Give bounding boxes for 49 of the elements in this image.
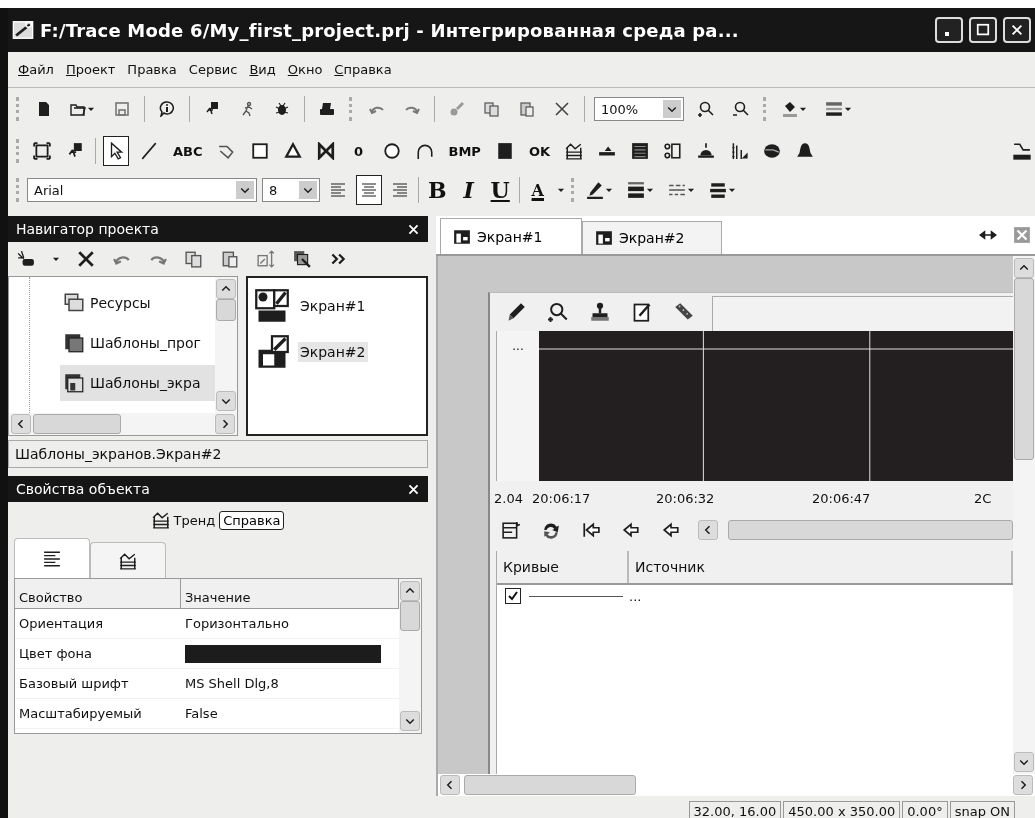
column-header: Значение — [181, 579, 399, 609]
property-name: Ориентация — [15, 609, 181, 639]
time-label: 20:06:32 — [656, 490, 716, 506]
status-field: 32.00, 16.00 — [688, 800, 782, 818]
font-dropdown[interactable]: Arial — [27, 178, 257, 202]
tree-item[interactable]: Шаблоны_экра — [60, 365, 215, 401]
menu-item[interactable]: Сервис — [188, 62, 238, 77]
time-label: 20:06:47 — [812, 490, 872, 506]
menu-item[interactable]: Проект — [65, 62, 116, 77]
tree-item[interactable]: Ресурсы — [60, 285, 215, 321]
document-tab[interactable]: Экран#1 — [440, 218, 582, 254]
panel-title: Навигатор проекта — [16, 221, 159, 237]
menu-item[interactable]: Окно — [287, 62, 323, 77]
style-button[interactable]: B — [424, 175, 451, 205]
tree-item[interactable]: Шаблоны_прог — [60, 325, 215, 361]
time-label: 2.04 — [494, 490, 524, 506]
tool-button[interactable]: BMP — [444, 136, 485, 166]
legend-mark: ... — [511, 338, 525, 355]
list-item[interactable]: Экран#1 — [298, 296, 368, 316]
size-dropdown[interactable]: 8 — [262, 178, 320, 202]
zoom-dropdown[interactable]: 100% — [594, 97, 684, 121]
help-button[interactable]: Справка — [219, 510, 285, 530]
path-field: Шаблоны_экранов.Экран#2 — [8, 440, 428, 468]
document-tab[interactable]: Экран#2 — [582, 221, 722, 254]
menu-item[interactable]: Правка — [127, 62, 177, 77]
tool-button[interactable]: OK — [524, 136, 554, 166]
property-name: Масштабируемый — [15, 699, 181, 729]
property-name: Цвет фона — [15, 639, 181, 669]
menu-item[interactable]: Вид — [249, 62, 276, 77]
menu-item[interactable]: Справка — [334, 62, 392, 77]
window-title: F:/Trace Mode 6/My_first_project.prj - Интегрированная среда ра... — [40, 19, 740, 41]
tool-button[interactable]: ABC — [169, 136, 207, 166]
object-type: Тренд — [173, 512, 216, 528]
status-field: 0.00° — [902, 800, 948, 818]
style-button[interactable]: U — [486, 175, 514, 205]
tool-button[interactable]: 0 — [345, 136, 372, 166]
column-header: Кривые — [497, 551, 629, 583]
menu-item[interactable]: Файл — [18, 62, 54, 77]
time-label: 20:06:17 — [532, 490, 592, 506]
column-header: Свойство — [15, 579, 181, 609]
text-color-button[interactable]: A — [524, 175, 551, 205]
time-label: 2C — [974, 490, 993, 506]
source-cell-text: ... — [629, 588, 643, 606]
list-item[interactable]: Экран#2 — [298, 342, 368, 362]
panel-title: Свойства объекта — [16, 481, 150, 497]
property-name: Базовый шрифт — [15, 669, 181, 699]
status-field: snap ON — [949, 800, 1015, 818]
status-field: 450.00 x 350.00 — [783, 800, 901, 818]
style-button[interactable]: I — [455, 175, 482, 205]
